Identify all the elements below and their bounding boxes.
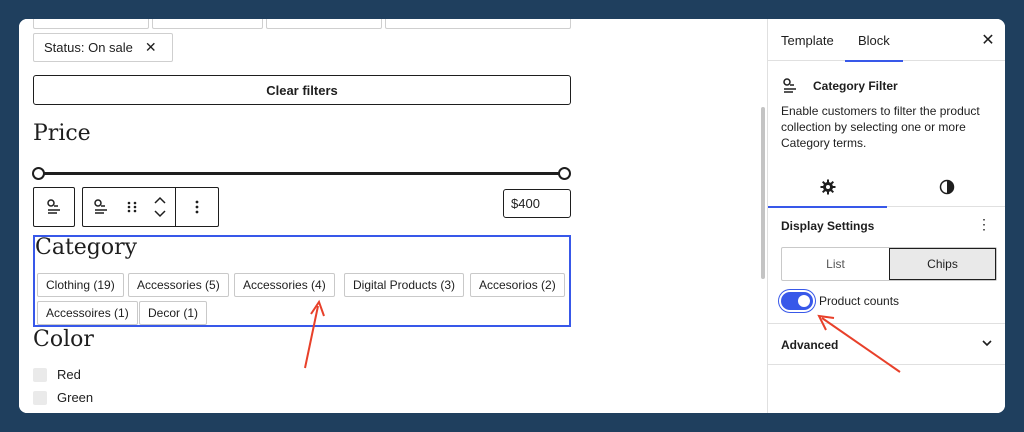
display-settings-options-icon[interactable]: ⋮ — [977, 216, 991, 233]
filter-block-icon — [783, 78, 796, 93]
price-slider-max-handle[interactable] — [558, 167, 571, 180]
block-description: Enable customers to filter the product c… — [781, 104, 980, 150]
canvas-scrollbar-thumb[interactable] — [761, 107, 765, 279]
filter-chip[interactable] — [385, 19, 571, 29]
display-style-toggle: List Chips — [781, 247, 997, 281]
chevron-down-icon — [982, 340, 992, 347]
color-heading: Color — [33, 327, 94, 352]
editor-window: Status: On sale ✕ Clear filters Price $4… — [19, 19, 1005, 413]
sidebar-tabs: Template Block ✕ — [768, 19, 1005, 62]
category-chip[interactable]: Digital Products (3) — [344, 273, 465, 297]
tab-styles[interactable] — [887, 167, 1005, 207]
tab-settings[interactable] — [768, 167, 887, 208]
advanced-label: Advanced — [781, 338, 839, 352]
category-chip[interactable]: Decor (1) — [139, 301, 208, 325]
remove-filter-icon[interactable]: ✕ — [145, 39, 157, 56]
price-slider-min-handle[interactable] — [32, 167, 45, 180]
more-options-icon[interactable] — [176, 188, 218, 226]
active-filter-chip[interactable]: Status: On sale ✕ — [33, 33, 173, 62]
product-counts-row: Product counts — [781, 292, 899, 310]
category-heading: Category — [35, 235, 138, 260]
category-chip[interactable]: Accessories (5) — [128, 273, 229, 297]
filter-block-icon — [47, 199, 60, 214]
advanced-panel[interactable]: Advanced — [768, 323, 1005, 365]
category-filter-block[interactable]: Category Clothing (19) Accessories (5) A… — [33, 235, 571, 327]
move-up-down-icon[interactable] — [145, 188, 175, 226]
filter-chip[interactable] — [152, 19, 263, 29]
color-option[interactable]: Green — [33, 390, 93, 405]
category-chip[interactable]: Accesorios (2) — [470, 273, 565, 297]
toggle-knob — [798, 295, 810, 307]
active-filter-label: Status: On sale — [44, 40, 133, 55]
gear-icon — [820, 179, 835, 195]
product-counts-toggle[interactable] — [781, 292, 813, 310]
editor-canvas: Status: On sale ✕ Clear filters Price $4… — [19, 19, 759, 413]
style-list-button[interactable]: List — [782, 248, 889, 280]
product-counts-label: Product counts — [819, 294, 900, 308]
settings-sidebar: Template Block ✕ Category Filter Enable … — [767, 19, 1005, 413]
close-icon[interactable]: ✕ — [978, 30, 998, 50]
color-option[interactable]: Red — [33, 367, 81, 382]
style-chips-button[interactable]: Chips — [889, 248, 996, 280]
filter-chip[interactable] — [266, 19, 382, 29]
display-settings-title: Display Settings — [781, 219, 875, 233]
price-slider-track[interactable] — [39, 172, 565, 175]
price-heading: Price — [33, 121, 91, 146]
color-option-label: Red — [57, 367, 81, 382]
category-chip[interactable]: Accessoires (1) — [37, 301, 138, 325]
color-checkbox[interactable] — [33, 390, 47, 405]
color-checkbox[interactable] — [33, 367, 47, 382]
tab-block[interactable]: Block — [845, 19, 903, 62]
contrast-icon — [939, 179, 954, 195]
block-toolbar — [82, 187, 219, 227]
settings-styles-tabs — [768, 167, 1005, 208]
block-card-title: Category Filter — [781, 77, 898, 95]
color-option-label: Green — [57, 390, 94, 405]
category-chip[interactable]: Accessories (4) — [234, 273, 335, 297]
tab-template[interactable]: Template — [768, 19, 847, 61]
filter-block-icon — [94, 199, 107, 214]
clear-filters-button[interactable]: Clear filters — [33, 75, 571, 105]
filter-chip[interactable] — [33, 19, 149, 29]
drag-handle-icon[interactable] — [119, 188, 145, 226]
price-max-input[interactable]: $400 — [503, 189, 571, 218]
block-parent-button[interactable] — [33, 187, 75, 227]
category-chip[interactable]: Clothing (19) — [37, 273, 124, 297]
block-type-button[interactable] — [83, 188, 119, 226]
block-title-label: Category Filter — [813, 79, 898, 93]
